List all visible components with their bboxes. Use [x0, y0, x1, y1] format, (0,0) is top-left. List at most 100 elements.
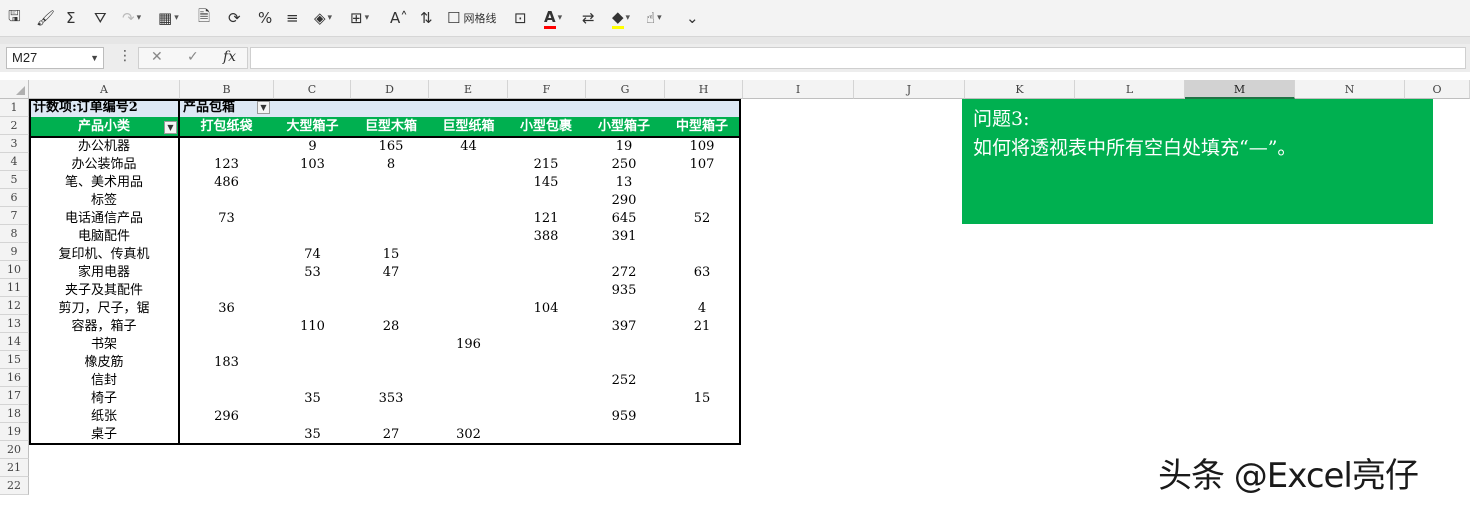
- row-header-12[interactable]: 12: [0, 297, 29, 315]
- pivot-value-cell[interactable]: 74: [273, 246, 352, 264]
- row-header-1[interactable]: 1: [0, 99, 29, 117]
- eraser-icon[interactable]: ◈ ▾: [314, 6, 332, 30]
- column-header-b[interactable]: B: [180, 80, 274, 99]
- pivot-value-cell[interactable]: [430, 282, 507, 300]
- pivot-row-label[interactable]: 剪刀，尺子，锯: [29, 300, 179, 318]
- pivot-value-cell[interactable]: [352, 210, 430, 228]
- pivot-value-cell[interactable]: [663, 354, 741, 372]
- font-size-icon[interactable]: A˄: [390, 6, 408, 30]
- pivot-value-cell[interactable]: [507, 138, 585, 156]
- row-header-2[interactable]: 2: [0, 117, 29, 135]
- pivot-value-cell[interactable]: [585, 336, 663, 354]
- insert-icon[interactable]: ⊞ ▾: [350, 6, 369, 30]
- pivot-value-cell[interactable]: [352, 174, 430, 192]
- pivot-value-cell[interactable]: [663, 246, 741, 264]
- pivot-value-cell[interactable]: 353: [352, 390, 430, 408]
- pivot-value-cell[interactable]: 388: [507, 228, 585, 246]
- pivot-value-cell[interactable]: [430, 156, 507, 174]
- column-header-n[interactable]: N: [1295, 80, 1405, 99]
- column-header-e[interactable]: E: [429, 80, 508, 99]
- pivot-value-cell[interactable]: 391: [585, 228, 663, 246]
- sort-icon[interactable]: ⇅: [420, 6, 433, 30]
- pivot-row-field[interactable]: 产品小类: [29, 118, 179, 136]
- pivot-value-cell[interactable]: 63: [663, 264, 741, 282]
- pivot-value-cell[interactable]: 215: [507, 156, 585, 174]
- pivot-value-cell[interactable]: [352, 354, 430, 372]
- pivot-value-cell[interactable]: [430, 372, 507, 390]
- pivot-row-label[interactable]: 办公装饰品: [29, 156, 179, 174]
- pivot-value-cell[interactable]: [507, 192, 585, 210]
- pivot-value-cell[interactable]: [663, 192, 741, 210]
- pivot-value-cell[interactable]: 123: [180, 156, 273, 174]
- pivot-row-label[interactable]: 橡皮筋: [29, 354, 179, 372]
- redo-icon[interactable]: ↷ ▾: [122, 6, 141, 30]
- pivot-value-cell[interactable]: [585, 300, 663, 318]
- row-header-14[interactable]: 14: [0, 333, 29, 351]
- pivot-value-cell[interactable]: [352, 282, 430, 300]
- pivot-row-label[interactable]: 标签: [29, 192, 179, 210]
- pivot-value-cell[interactable]: 196: [430, 336, 507, 354]
- select-all-button[interactable]: [0, 80, 29, 99]
- pivot-value-cell[interactable]: 53: [273, 264, 352, 282]
- column-header-j[interactable]: J: [854, 80, 965, 99]
- pivot-value-cell[interactable]: [507, 354, 585, 372]
- chevron-down-icon[interactable]: ▾: [657, 13, 662, 23]
- pivot-value-cell[interactable]: [585, 426, 663, 444]
- pivot-row-label[interactable]: 笔、美术用品: [29, 174, 179, 192]
- pivot-value-cell[interactable]: [430, 210, 507, 228]
- pivot-value-cell[interactable]: [663, 372, 741, 390]
- pivot-value-cell[interactable]: 296: [180, 408, 273, 426]
- pivot-value-cell[interactable]: 302: [430, 426, 507, 444]
- column-header-d[interactable]: D: [351, 80, 429, 99]
- pivot-value-cell[interactable]: [507, 372, 585, 390]
- pivot-value-cell[interactable]: [507, 390, 585, 408]
- pivot-column-field[interactable]: 产品包箱: [183, 99, 263, 117]
- pivot-value-cell[interactable]: [352, 192, 430, 210]
- pivot-value-cell[interactable]: [585, 246, 663, 264]
- pivot-value-cell[interactable]: 109: [663, 138, 741, 156]
- pivot-value-cell[interactable]: 21: [663, 318, 741, 336]
- row-header-5[interactable]: 5: [0, 171, 29, 189]
- more-vertical-icon[interactable]: ⋮: [118, 48, 132, 64]
- more-icon[interactable]: ⌄: [686, 6, 699, 30]
- pivot-row-label[interactable]: 夹子及其配件: [29, 282, 179, 300]
- pivot-value-cell[interactable]: [273, 192, 352, 210]
- pivot-value-cell[interactable]: [273, 282, 352, 300]
- pivot-row-label[interactable]: 椅子: [29, 390, 179, 408]
- pivot-value-cell[interactable]: [180, 264, 273, 282]
- autosum-icon[interactable]: Σ: [66, 6, 75, 30]
- pivot-value-cell[interactable]: [430, 228, 507, 246]
- pivot-row-label[interactable]: 复印机、传真机: [29, 246, 179, 264]
- pivot-value-cell[interactable]: [180, 246, 273, 264]
- pivot-row-label[interactable]: 办公机器: [29, 138, 179, 156]
- pivot-value-cell[interactable]: 645: [585, 210, 663, 228]
- column-header-o[interactable]: O: [1405, 80, 1470, 99]
- pivot-value-cell[interactable]: [180, 426, 273, 444]
- pivot-count-label[interactable]: 计数项:订单编号2: [33, 99, 179, 117]
- pivot-value-cell[interactable]: [430, 192, 507, 210]
- row-header-9[interactable]: 9: [0, 243, 29, 261]
- chevron-down-icon[interactable]: ▾: [174, 13, 179, 23]
- row-header-19[interactable]: 19: [0, 423, 29, 441]
- pivot-value-cell[interactable]: 145: [507, 174, 585, 192]
- column-header-h[interactable]: H: [665, 80, 743, 99]
- chevron-down-icon[interactable]: ▾: [626, 13, 631, 23]
- pivot-value-cell[interactable]: 19: [585, 138, 663, 156]
- pivot-value-cell[interactable]: [352, 228, 430, 246]
- column-header-g[interactable]: G: [586, 80, 665, 99]
- gridlines-checkbox-icon[interactable]: ☐ 网格线: [447, 6, 496, 30]
- pivot-row-label[interactable]: 桌子: [29, 426, 179, 444]
- pivot-value-cell[interactable]: 121: [507, 210, 585, 228]
- pivot-value-cell[interactable]: [430, 354, 507, 372]
- pivot-value-cell[interactable]: [352, 300, 430, 318]
- pivot-value-cell[interactable]: 9: [273, 138, 352, 156]
- pivot-row-label[interactable]: 纸张: [29, 408, 179, 426]
- pivot-value-cell[interactable]: 47: [352, 264, 430, 282]
- chevron-down-icon[interactable]: ▾: [137, 13, 142, 23]
- save-icon[interactable]: 🖫: [8, 6, 21, 30]
- pivot-value-cell[interactable]: [352, 336, 430, 354]
- pivot-value-cell[interactable]: [585, 354, 663, 372]
- pivot-value-cell[interactable]: [507, 282, 585, 300]
- pivot-value-cell[interactable]: 290: [585, 192, 663, 210]
- pivot-value-cell[interactable]: 36: [180, 300, 273, 318]
